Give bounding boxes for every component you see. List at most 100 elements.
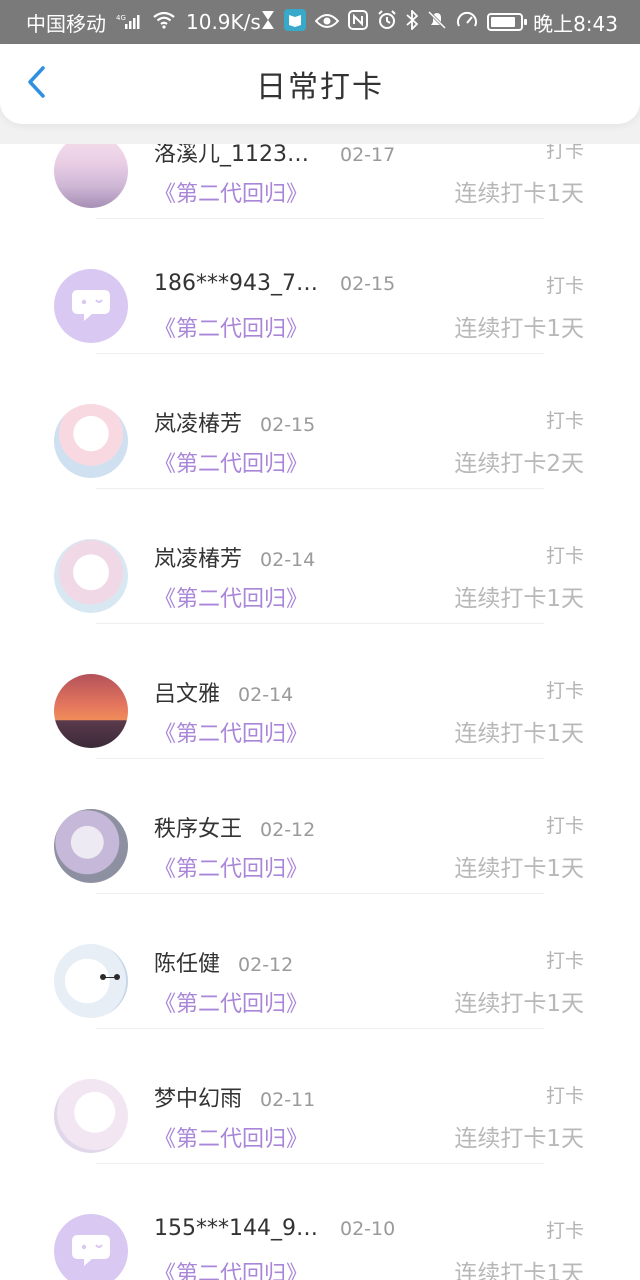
name-line: 岚凌椿芳 02-15: [154, 406, 315, 438]
user-name[interactable]: 秩序女王: [154, 811, 242, 843]
avatar[interactable]: [54, 1079, 128, 1153]
chevron-left-icon: [25, 65, 47, 103]
user-name[interactable]: 155***144_95…: [154, 1216, 322, 1241]
checkin-label: 打卡: [545, 1220, 584, 1242]
avatar[interactable]: [54, 674, 128, 748]
avatar[interactable]: [54, 539, 128, 613]
avatar[interactable]: [54, 809, 128, 883]
checkin-row[interactable]: 陈任健 02-12 《第二代回归》 打卡连续打卡1天: [0, 894, 640, 1029]
name-line: 陈任健 02-12: [154, 946, 293, 978]
checkin-label: 打卡: [545, 275, 584, 297]
checkin-row[interactable]: 186***943_70… 02-15 《第二代回归》 打卡连续打卡1天: [0, 219, 640, 354]
svg-text:4G: 4G: [116, 14, 126, 22]
alarm-icon: [377, 9, 397, 35]
checkin-date: 02-10: [340, 1218, 396, 1240]
checkin-row[interactable]: 梦中幻雨 02-11 《第二代回归》 打卡连续打卡1天: [0, 1029, 640, 1164]
streak-label: 连续打卡1天: [454, 1261, 584, 1280]
streak-label: 连续打卡1天: [454, 991, 584, 1017]
status-bar: 中国移动 4G 10.9K/s 晚上8:43: [0, 0, 640, 44]
book-title[interactable]: 《第二代回归》: [154, 176, 308, 208]
battery-level: [491, 17, 515, 27]
checkin-label: 打卡: [545, 545, 584, 567]
streak-label: 连续打卡1天: [454, 721, 584, 747]
eye-icon: [314, 10, 340, 34]
checkin-list-inner: 洛溪儿_11235… 02-17 《第二代回归》 打卡 连续打卡1天 186***943_…: [0, 144, 640, 1280]
checkin-row[interactable]: 岚凌椿芳 02-15 《第二代回归》 打卡连续打卡2天: [0, 354, 640, 489]
checkin-date: 02-14: [238, 684, 294, 706]
user-name[interactable]: 吕文雅: [154, 676, 220, 708]
streak-label: 连续打卡2天: [454, 451, 584, 477]
checkin-date: 02-12: [260, 819, 316, 841]
battery-icon: [487, 13, 528, 31]
book-title[interactable]: 《第二代回归》: [154, 986, 308, 1018]
checkin-label: 打卡: [545, 144, 584, 162]
speedometer-icon: [456, 10, 478, 35]
streak-label: 连续打卡1天: [454, 856, 584, 882]
user-name[interactable]: 梦中幻雨: [154, 1081, 242, 1113]
name-line: 吕文雅 02-14: [154, 676, 293, 708]
checkin-row[interactable]: 155***144_95… 02-10 《第二代回归》 打卡连续打卡1天: [0, 1164, 640, 1280]
avatar[interactable]: [54, 144, 128, 208]
status-right: 晚上8:43: [261, 8, 618, 37]
checkin-label: 打卡: [545, 950, 584, 972]
reader-app-icon: [284, 8, 307, 36]
book-title[interactable]: 《第二代回归》: [154, 1121, 308, 1153]
name-line: 梦中幻雨 02-11: [154, 1081, 315, 1113]
checkin-date: 02-17: [340, 144, 396, 166]
streak-label: 连续打卡1天: [454, 181, 584, 207]
name-line: 秩序女王 02-12: [154, 811, 315, 843]
checkin-date: 02-11: [260, 1089, 316, 1111]
hourglass-icon: [261, 10, 275, 35]
carrier-label: 中国移动: [26, 11, 106, 36]
book-title[interactable]: 《第二代回归》: [154, 1256, 308, 1280]
book-title[interactable]: 《第二代回归》: [154, 716, 308, 748]
streak-label: 连续打卡1天: [454, 1126, 584, 1152]
mute-icon: [427, 10, 447, 35]
network-speed: 10.9K/s: [186, 10, 261, 34]
checkin-list[interactable]: 洛溪儿_11235… 02-17 《第二代回归》 打卡 连续打卡1天 186***943_…: [0, 144, 640, 1280]
avatar[interactable]: [54, 269, 128, 343]
checkin-label: 打卡: [545, 410, 584, 432]
checkin-row[interactable]: 吕文雅 02-14 《第二代回归》 打卡连续打卡1天: [0, 624, 640, 759]
nfc-icon: [348, 9, 369, 35]
streak-label: 连续打卡1天: [454, 316, 584, 342]
streak-label: 连续打卡1天: [454, 586, 584, 612]
chat-bubble-icon: [72, 290, 110, 321]
status-left: 中国移动 4G 10.9K/s: [26, 8, 261, 37]
clock: 晚上8:43: [533, 11, 618, 36]
name-line: 155***144_95… 02-10: [154, 1216, 395, 1241]
checkin-label: 打卡: [545, 815, 584, 837]
name-line: 186***943_70… 02-15: [154, 271, 395, 296]
checkin-date: 02-14: [260, 549, 316, 571]
user-name[interactable]: 洛溪儿_11235…: [154, 144, 322, 168]
avatar[interactable]: [54, 1214, 128, 1280]
book-title[interactable]: 《第二代回归》: [154, 446, 308, 478]
book-title[interactable]: 《第二代回归》: [154, 311, 308, 343]
checkin-row[interactable]: 岚凌椿芳 02-14 《第二代回归》 打卡连续打卡1天: [0, 489, 640, 624]
checkin-row[interactable]: 洛溪儿_11235… 02-17 《第二代回归》 打卡连续打卡1天: [0, 144, 640, 219]
name-line: 洛溪儿_11235… 02-17: [154, 144, 395, 168]
book-title[interactable]: 《第二代回归》: [154, 851, 308, 883]
back-button[interactable]: [18, 66, 54, 102]
bluetooth-icon: [406, 8, 419, 35]
user-name[interactable]: 陈任健: [154, 946, 220, 978]
avatar[interactable]: [54, 404, 128, 478]
checkin-date: 02-15: [260, 414, 316, 436]
book-title[interactable]: 《第二代回归》: [154, 581, 308, 613]
chat-bubble-icon: [72, 1235, 110, 1266]
header-bar: 日常打卡: [0, 44, 640, 124]
checkin-row[interactable]: 秩序女王 02-12 《第二代回归》 打卡连续打卡1天: [0, 759, 640, 894]
checkin-label: 打卡: [545, 680, 584, 702]
signal-icon: 4G: [116, 10, 142, 34]
avatar[interactable]: [54, 944, 128, 1018]
status-icons: [261, 8, 528, 36]
wifi-icon: [152, 10, 176, 34]
user-name[interactable]: 岚凌椿芳: [154, 541, 242, 573]
checkin-date: 02-12: [238, 954, 294, 976]
name-line: 岚凌椿芳 02-14: [154, 541, 315, 573]
header-area: 日常打卡: [0, 44, 640, 144]
user-name[interactable]: 186***943_70…: [154, 271, 322, 296]
page-title: 日常打卡: [256, 70, 384, 105]
user-name[interactable]: 岚凌椿芳: [154, 406, 242, 438]
checkin-label: 打卡: [545, 1085, 584, 1107]
